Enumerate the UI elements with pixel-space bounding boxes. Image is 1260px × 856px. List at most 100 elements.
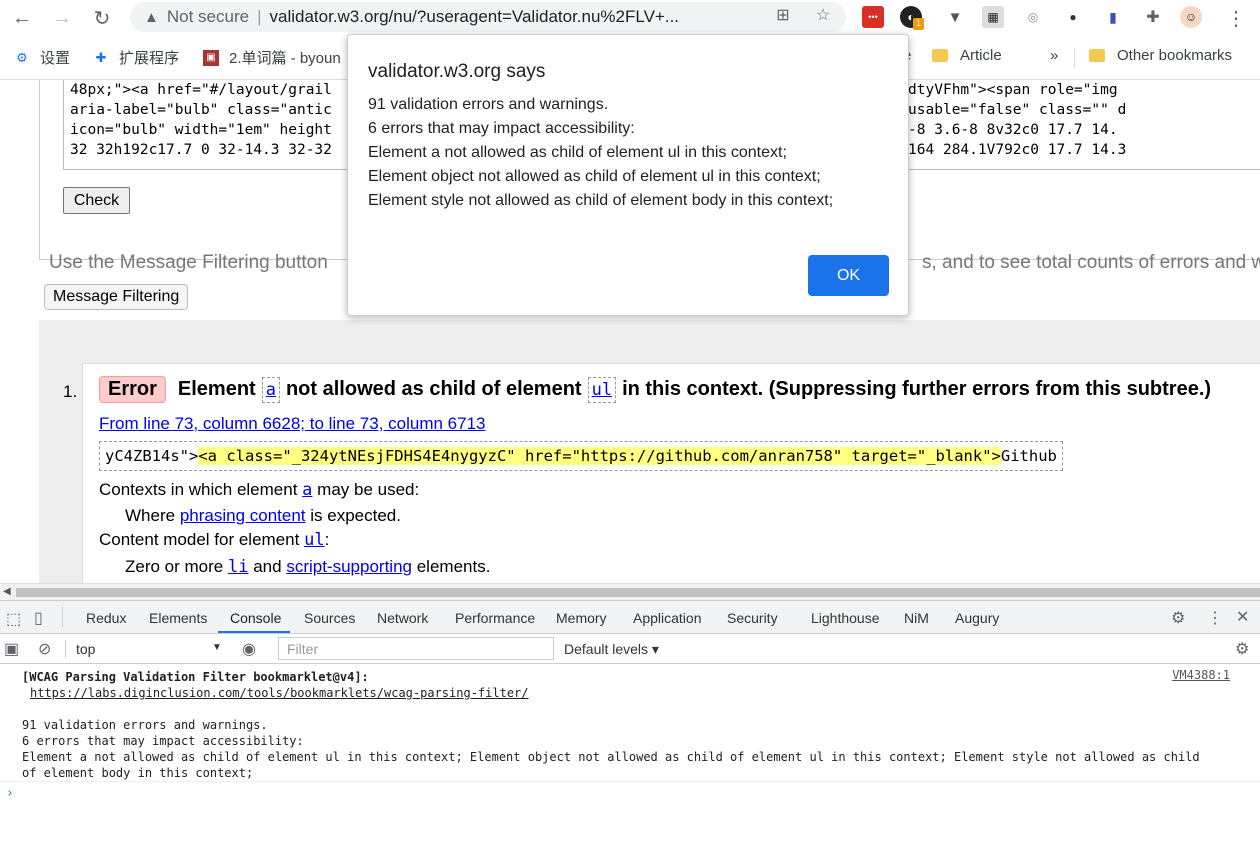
bookmarks-overflow-button[interactable]: » [1050, 47, 1058, 64]
console-line: 6 errors that may impact accessibility: [22, 734, 304, 748]
bookmark-label: Other bookmarks [1117, 47, 1233, 64]
bookmark-extensions[interactable]: ✚ 扩展程序 [93, 47, 179, 68]
browser-menu-icon[interactable]: ⋮ [1222, 4, 1250, 32]
eye-icon[interactable]: ◉ [242, 639, 256, 659]
console-prompt-icon[interactable]: › [6, 786, 14, 801]
folder-icon [932, 49, 948, 62]
tab-performance[interactable]: Performance [455, 610, 535, 626]
profile-avatar[interactable]: ☺ [1180, 6, 1202, 28]
console-source-link[interactable]: VM4388:1 [1172, 668, 1230, 682]
tab-augury[interactable]: Augury [955, 610, 999, 626]
console-line: Element a not allowed as child of elemen… [22, 750, 1200, 764]
chevron-down-icon[interactable]: ▼ [212, 642, 222, 653]
extract-pre: yC4ZB14s"> [105, 447, 199, 465]
element-a-spec-link[interactable]: a [302, 480, 312, 500]
gear-icon: ⚙ [16, 49, 28, 65]
extension-chart-icon[interactable]: ▮ [1102, 6, 1124, 28]
element-ul-spec-link[interactable]: ul [304, 530, 324, 550]
site-favicon-icon: ▣ [203, 49, 219, 66]
reload-button[interactable]: ↻ [88, 4, 116, 32]
warning-icon: ▲ [144, 8, 159, 26]
bookmarks-divider [1074, 48, 1075, 68]
content-model-colon: : [324, 530, 330, 549]
forward-button[interactable]: → [48, 4, 76, 32]
tab-console[interactable]: Console [230, 610, 281, 626]
elements-suffix: elements. [416, 557, 491, 576]
console-filter-input[interactable]: Filter [278, 637, 554, 660]
tab-nim[interactable]: NiM [904, 610, 929, 626]
inspect-icon[interactable]: ⬚ [6, 609, 21, 629]
tab-sources[interactable]: Sources [304, 610, 355, 626]
extract-highlight: <a class="_324ytNEsjFDHS4E4nygyzC" href=… [198, 447, 1001, 465]
bookmark-star-icon[interactable]: ☆ [812, 5, 834, 25]
tab-redux[interactable]: Redux [86, 610, 126, 626]
content-model-line: Content model for element ul: [99, 530, 329, 550]
bookmark-article[interactable]: Article [932, 47, 1002, 64]
translate-icon[interactable]: ⊞ [772, 5, 794, 25]
dialog-line: Element object not allowed as child of e… [368, 168, 821, 185]
console-settings-icon[interactable]: ⚙ [1235, 639, 1249, 659]
scrollbar-thumb[interactable] [16, 588, 1260, 597]
extension-v-icon[interactable]: ▼ [944, 6, 966, 28]
log-levels-dropdown[interactable]: Default levels ▾ [564, 641, 659, 658]
tab-application[interactable]: Application [633, 610, 702, 626]
context-selector[interactable]: top [76, 641, 95, 657]
content-model-label: Content model for element [99, 530, 300, 549]
element-a-link[interactable]: a [261, 376, 280, 403]
zero-label: Zero or more [125, 557, 224, 576]
contexts-line: Contexts in which element a may be used: [99, 480, 419, 500]
code-extract: yC4ZB14s"> <a class="_324ytNEsjFDHS4E4nyg… [99, 441, 1063, 471]
extract-post: Github [1000, 447, 1057, 465]
clear-console-icon[interactable]: ⊘ [38, 639, 51, 659]
sidebar-toggle-icon[interactable]: ▣ [4, 639, 19, 659]
phrasing-content-link[interactable]: phrasing content [180, 506, 306, 525]
script-supporting-link[interactable]: script-supporting [286, 557, 412, 576]
check-button[interactable]: Check [63, 187, 130, 214]
message-filtering-button[interactable]: Message Filtering [44, 284, 189, 310]
error-badge: Error [99, 376, 166, 403]
extension-circle-icon[interactable]: ◎ [1022, 6, 1044, 28]
bookmarklet-link[interactable]: https://labs.diginclusion.com/tools/book… [30, 686, 529, 700]
console-link[interactable]: https://labs.diginclusion.com/tools/book… [30, 685, 529, 701]
dialog-message: 91 validation errors and warnings. 6 err… [368, 93, 888, 213]
extensions-puzzle-icon[interactable]: ✚ [1142, 6, 1164, 28]
device-toolbar-icon[interactable]: ▯ [34, 608, 43, 628]
tab-network[interactable]: Network [377, 610, 428, 626]
li-link[interactable]: li [228, 557, 248, 577]
puzzle-icon: ✚ [95, 49, 107, 65]
devtools-menu-icon[interactable]: ⋮ [1207, 608, 1223, 628]
extension-dots-icon[interactable]: ● [1062, 6, 1084, 28]
omnibox-separator: | [257, 7, 262, 26]
bookmark-other[interactable]: Other bookmarks [1089, 47, 1232, 64]
settings-gear-icon[interactable]: ⚙ [1171, 608, 1185, 628]
ok-button[interactable]: OK [808, 255, 889, 296]
tab-security[interactable]: Security [727, 610, 778, 626]
devtools-tab-bar: ⬚ ▯ Redux Elements Console Sources Netwo… [0, 601, 1260, 634]
bookmark-settings[interactable]: ⚙ 设置 [14, 47, 70, 68]
tab-elements[interactable]: Elements [149, 610, 207, 626]
element-ul-link[interactable]: ul [587, 376, 617, 403]
where-label: Where [125, 506, 176, 525]
bookmark-label: Article [960, 47, 1002, 64]
tab-divider [62, 607, 63, 627]
dialog-line: 6 errors that may impact accessibility: [368, 120, 635, 137]
horizontal-scrollbar[interactable]: ◀ [0, 583, 1260, 600]
close-devtools-icon[interactable]: ✕ [1236, 607, 1249, 627]
url-text[interactable]: validator.w3.org/nu/?useragent=Validator… [269, 7, 679, 27]
scroll-left-icon[interactable]: ◀ [3, 586, 11, 597]
extension-grid-icon[interactable]: ▦ [982, 6, 1004, 28]
zero-or-more-line: Zero or more li and script-supporting el… [125, 557, 490, 577]
where-suffix: is expected. [310, 506, 401, 525]
address-bar[interactable]: ▲ Not secure | validator.w3.org/nu/?user… [130, 2, 846, 32]
filter-hint-text-right: s, and to see total counts of errors and… [922, 252, 1260, 273]
dialog-title: validator.w3.org says [368, 61, 546, 82]
dialog-line: 91 validation errors and warnings. [368, 96, 609, 113]
bookmark-word-article[interactable]: ▣ 2.单词篇 - byoun [203, 47, 341, 68]
back-button[interactable]: ← [8, 4, 36, 32]
location-link[interactable]: From line 73, column 6628; to line 73, c… [99, 414, 486, 434]
devtools-panel: ⬚ ▯ Redux Elements Console Sources Netwo… [0, 600, 1260, 856]
extension-red-icon[interactable]: ••• [862, 6, 884, 28]
tab-lighthouse[interactable]: Lighthouse [811, 610, 880, 626]
active-tab-indicator [218, 631, 290, 633]
tab-memory[interactable]: Memory [556, 610, 607, 626]
